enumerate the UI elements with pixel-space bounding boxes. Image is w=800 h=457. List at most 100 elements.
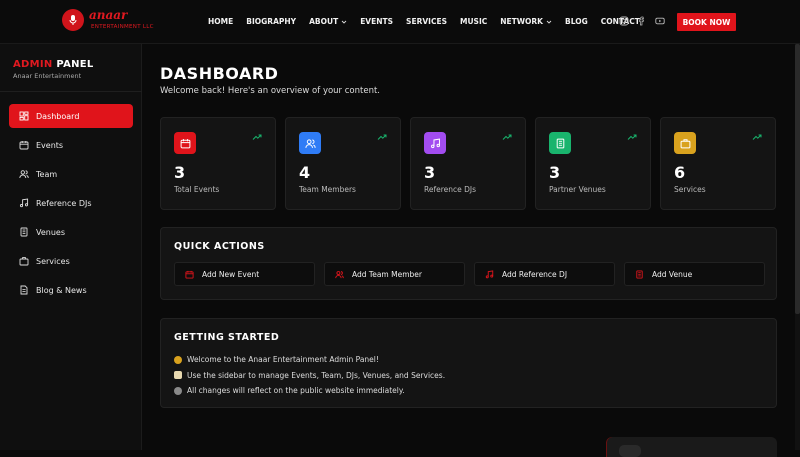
stat-card-team[interactable]: 4 Team Members [285,117,401,210]
sidebar-item-events[interactable]: Events [9,133,133,157]
sidebar-menu: Dashboard Events Team Reference DJs Venu… [9,104,133,307]
stat-card-venues[interactable]: 3 Partner Venues [535,117,651,210]
toast-avatar [619,445,641,457]
sidebar-item-label: Team [36,169,58,179]
stats-row: 3 Total Events 4 Team Members 3 Referenc… [160,117,776,210]
building-icon [20,227,28,237]
page-subtitle: Welcome back! Here's an overview of your… [160,86,380,96]
nav-label: BLOG [565,17,588,26]
stat-card-djs[interactable]: 3 Reference DJs [410,117,526,210]
main-nav: HOME BIOGRAPHY ABOUT EVENTS SERVICES MUS… [208,17,653,26]
nav-label: EVENTS [360,17,394,26]
stat-label: Total Events [174,185,220,194]
nav-about[interactable]: ABOUT [309,17,347,26]
stat-value: 3 [424,163,436,182]
nav-network[interactable]: NETWORK [500,17,552,26]
chevron-down-icon [341,20,347,24]
stat-value: 6 [674,163,686,182]
briefcase-icon [674,132,696,154]
page-title: DASHBOARD [160,64,279,83]
quick-actions-panel: QUICK ACTIONS Add New Event Add Team Mem… [160,227,777,300]
nav-music[interactable]: MUSIC [460,17,487,26]
nav-label: BIOGRAPHY [246,17,297,26]
stat-card-services[interactable]: 6 Services [660,117,776,210]
users-icon [299,132,321,154]
trending-up-icon [502,134,512,140]
quick-actions-row: Add New Event Add Team Member Add Refere… [174,262,765,286]
nav-label: MUSIC [459,17,488,26]
trending-up-icon [377,134,387,140]
getting-started-title: GETTING STARTED [174,332,280,343]
nav-services[interactable]: SERVICES [406,17,447,26]
calendar-icon [174,132,196,154]
trending-up-icon [252,134,262,140]
sidebar-item-label: Events [36,140,64,150]
wave-icon [174,355,182,364]
brand-logo[interactable]: anaar ENTERTAINMENT LLC [62,8,162,35]
calendar-icon [185,270,194,279]
top-navbar: anaar ENTERTAINMENT LLC HOME BIOGRAPHY A… [0,0,800,44]
sidebar-item-services[interactable]: Services [9,249,133,273]
sidebar-title-accent: ADMIN [13,59,53,70]
sidebar-title: ADMIN PANEL [13,59,94,70]
trending-up-icon [752,134,762,140]
list-item-text: Welcome to the Anaar Entertainment Admin… [187,355,379,365]
sidebar-item-team[interactable]: Team [9,162,133,186]
list-item: Welcome to the Anaar Entertainment Admin… [174,352,445,368]
sidebar-item-label: Dashboard [36,111,80,121]
nav-label: ABOUT [309,17,339,26]
add-event-button[interactable]: Add New Event [174,262,315,286]
sidebar-title-rest: PANEL [52,59,94,70]
sidebar-item-dashboard[interactable]: Dashboard [9,104,133,128]
add-team-member-button[interactable]: Add Team Member [324,262,465,286]
social-links [619,16,665,26]
building-icon [636,269,643,279]
add-reference-dj-button[interactable]: Add Reference DJ [474,262,615,286]
nav-label: HOME [208,17,234,26]
microphone-icon [62,9,84,31]
book-now-button[interactable]: BOOK NOW [677,13,736,31]
scrollbar-thumb[interactable] [795,44,800,314]
youtube-icon[interactable] [655,16,665,26]
nav-label: NETWORK [500,17,543,26]
calendar-icon [19,141,29,150]
sidebar-item-blog[interactable]: Blog & News [9,278,133,302]
sidebar-divider [0,91,142,92]
list-item: Use the sidebar to manage Events, Team, … [174,368,445,384]
brand-sub: ENTERTAINMENT LLC [91,24,154,30]
quick-action-label: Add Venue [652,269,693,279]
stat-card-events[interactable]: 3 Total Events [160,117,276,210]
nav-events[interactable]: EVENTS [360,17,393,26]
getting-started-list: Welcome to the Anaar Entertainment Admin… [174,352,445,399]
trending-up-icon [627,134,637,140]
sidebar-item-label: Services [36,256,70,266]
stat-value: 3 [549,163,561,182]
sidebar-item-label: Reference DJs [36,198,92,208]
quick-action-label: Add Team Member [352,269,422,279]
users-icon [19,170,29,179]
memo-icon [174,371,182,380]
briefcase-icon [19,257,29,266]
nav-label: SERVICES [406,17,447,26]
list-item-text: Use the sidebar to manage Events, Team, … [187,370,446,380]
brand-name: anaar [89,8,128,22]
nav-blog[interactable]: BLOG [565,17,588,26]
users-icon [335,270,344,278]
list-item: All changes will reflect on the public w… [174,383,445,399]
quick-actions-title: QUICK ACTIONS [174,241,265,252]
stat-label: Services [674,185,706,194]
sidebar-item-venues[interactable]: Venues [9,220,133,244]
list-item-text: All changes will reflect on the public w… [187,386,405,396]
stat-label: Team Members [299,185,356,194]
sidebar-item-reference-djs[interactable]: Reference DJs [9,191,133,215]
facebook-icon[interactable] [637,16,647,26]
link-icon [174,386,182,395]
add-venue-button[interactable]: Add Venue [624,262,765,286]
chevron-down-icon [546,20,552,24]
nav-biography[interactable]: BIOGRAPHY [246,17,296,26]
instagram-icon[interactable] [619,16,629,26]
dashboard-icon [19,111,29,121]
sidebar-subtitle: Anaar Entertainment [13,72,82,80]
notification-toast[interactable] [607,437,777,457]
nav-home[interactable]: HOME [208,17,233,26]
